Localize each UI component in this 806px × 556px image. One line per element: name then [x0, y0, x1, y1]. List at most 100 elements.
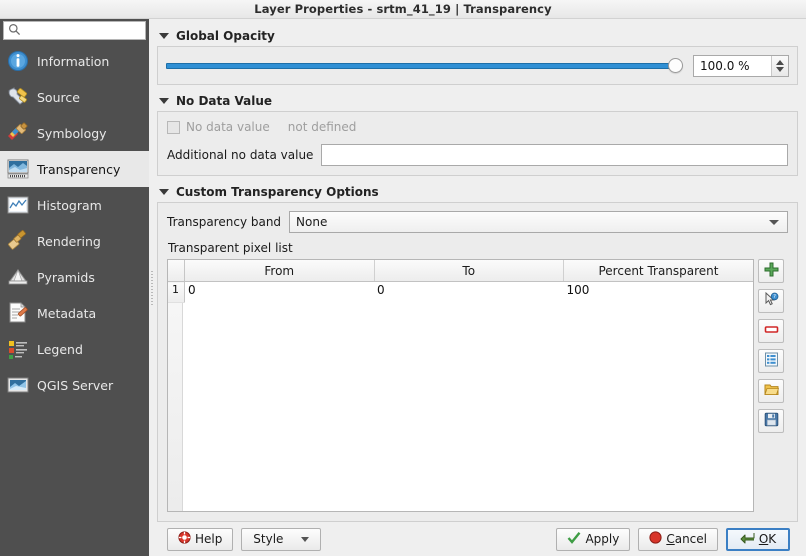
global-opacity-spinbox[interactable]: 100.0 % — [693, 54, 789, 77]
additional-no-data-value-row: Additional no data value — [167, 144, 788, 166]
transparent-pixel-list-table[interactable]: From To Percent Transparent 1 0 0 100 — [167, 259, 754, 512]
sidebar-item-label: QGIS Server — [37, 377, 114, 393]
sidebar-item-legend[interactable]: Legend — [0, 331, 149, 367]
chevron-down-icon — [769, 219, 779, 225]
help-button-label: Help — [195, 532, 223, 546]
sidebar-item-label: Metadata — [37, 305, 97, 321]
sidebar-search-container — [0, 19, 149, 43]
cell-percent[interactable]: 100 — [564, 282, 754, 303]
help-lifebuoy-icon — [178, 531, 191, 547]
global-opacity-header[interactable]: Global Opacity — [159, 29, 798, 43]
transparency-band-label: Transparency band — [167, 215, 282, 229]
sidebar-item-label: Histogram — [37, 197, 102, 213]
collapse-triangle-icon — [159, 189, 169, 195]
sidebar-item-metadata[interactable]: Metadata — [0, 295, 149, 331]
column-header-to[interactable]: To — [374, 260, 564, 282]
folder-open-icon — [763, 382, 779, 400]
green-check-icon — [567, 531, 581, 548]
spinbox-up-icon[interactable] — [776, 59, 784, 65]
spinbox-buttons[interactable] — [771, 55, 788, 76]
search-box[interactable] — [3, 21, 146, 40]
sidebar-item-qgis-server[interactable]: QGIS Server — [0, 367, 149, 403]
add-values-manually-button[interactable] — [758, 259, 784, 283]
global-opacity-slider[interactable] — [166, 57, 683, 75]
slider-handle[interactable] — [668, 58, 683, 73]
splitter-grip-icon — [151, 270, 153, 305]
dialog-button-bar: Help Style Apply Cancel OK — [157, 522, 798, 556]
histogram-icon — [6, 193, 30, 217]
custom-transparency-title: Custom Transparency Options — [176, 185, 379, 199]
cancel-button[interactable]: Cancel — [638, 527, 718, 551]
table-blank-area[interactable] — [183, 303, 753, 511]
ok-button[interactable]: OK — [726, 527, 790, 551]
sidebar-item-symbology[interactable]: Symbology — [0, 115, 149, 151]
no-data-value-checkbox-row: No data value not defined — [167, 120, 788, 134]
column-header-percent-transparent[interactable]: Percent Transparent — [563, 260, 753, 282]
svg-text:?: ? — [773, 294, 776, 300]
layer-properties-dialog: Information Source Symbology Transparenc… — [0, 19, 806, 556]
no-data-value-checkbox — [167, 120, 180, 134]
sidebar-nav-list: Information Source Symbology Transparenc… — [0, 43, 149, 556]
import-from-file-button[interactable] — [758, 379, 784, 403]
sidebar-item-rendering[interactable]: Rendering — [0, 223, 149, 259]
custom-transparency-group: Transparency band None Transparent pixel… — [157, 202, 798, 522]
help-button[interactable]: Help — [167, 527, 234, 551]
source-icon — [6, 85, 30, 109]
search-input[interactable] — [24, 23, 146, 38]
sidebar-item-transparency[interactable]: Transparency — [0, 151, 149, 187]
sidebar-splitter[interactable] — [149, 19, 155, 556]
export-to-file-button[interactable] — [758, 409, 784, 433]
sidebar-item-label: Symbology — [37, 125, 107, 141]
floppy-save-icon — [764, 412, 779, 430]
transparent-pixel-list-area: From To Percent Transparent 1 0 0 100 ? — [167, 259, 788, 512]
table-corner-cell[interactable] — [168, 260, 185, 282]
symbology-icon — [6, 121, 30, 145]
legend-icon — [6, 337, 30, 361]
green-plus-icon — [764, 262, 779, 280]
global-opacity-group: 100.0 % — [157, 46, 798, 85]
pixel-list-header-table: From To Percent Transparent 1 0 0 100 — [168, 260, 753, 303]
sidebar-item-pyramids[interactable]: Pyramids — [0, 259, 149, 295]
no-data-value-state-text: not defined — [287, 120, 357, 134]
spinbox-down-icon[interactable] — [776, 66, 784, 72]
additional-no-data-value-label: Additional no data value — [167, 148, 314, 162]
additional-no-data-value-input[interactable] — [321, 144, 788, 166]
sidebar-item-source[interactable]: Source — [0, 79, 149, 115]
table-row[interactable]: 1 0 0 100 — [168, 281, 754, 303]
sidebar-item-label: Legend — [37, 341, 83, 357]
cell-to[interactable]: 0 — [374, 282, 564, 303]
red-stop-icon — [649, 531, 662, 547]
global-opacity-title: Global Opacity — [176, 29, 275, 43]
collapse-triangle-icon — [159, 33, 169, 39]
slider-groove — [166, 62, 673, 69]
window-titlebar: Layer Properties - srtm_41_19 | Transpar… — [0, 0, 806, 19]
apply-button[interactable]: Apply — [556, 527, 631, 551]
main-content: Global Opacity 100.0 % No Data Value No … — [155, 19, 806, 556]
no-data-value-group: No data value not defined Additional no … — [157, 111, 798, 176]
search-icon — [8, 23, 21, 39]
sidebar-item-histogram[interactable]: Histogram — [0, 187, 149, 223]
cell-from[interactable]: 0 — [185, 282, 375, 303]
table-empty-body — [168, 303, 753, 511]
transparency-band-select[interactable]: None — [289, 211, 788, 233]
remove-selected-row-button[interactable] — [758, 319, 784, 343]
transparency-band-value: None — [296, 215, 328, 229]
ok-button-label: OK — [758, 532, 777, 546]
default-values-button[interactable] — [758, 349, 784, 373]
custom-transparency-header[interactable]: Custom Transparency Options — [159, 185, 798, 199]
row-header-index[interactable]: 1 — [168, 281, 185, 303]
qgis-server-icon — [6, 373, 30, 397]
style-button[interactable]: Style — [241, 527, 322, 551]
column-header-from[interactable]: From — [184, 260, 375, 282]
blue-list-icon — [764, 352, 779, 370]
no-data-value-header[interactable]: No Data Value — [159, 94, 798, 108]
red-minus-icon — [764, 322, 779, 340]
sidebar: Information Source Symbology Transparenc… — [0, 19, 149, 556]
sidebar-item-information[interactable]: Information — [0, 43, 149, 79]
sidebar-item-label: Pyramids — [37, 269, 95, 285]
pixel-list-toolbar: ? — [758, 259, 788, 512]
add-values-from-display-button[interactable]: ? — [758, 289, 784, 313]
sidebar-item-label: Source — [37, 89, 80, 105]
style-button-label: Style — [253, 532, 284, 546]
no-data-value-title: No Data Value — [176, 94, 273, 108]
